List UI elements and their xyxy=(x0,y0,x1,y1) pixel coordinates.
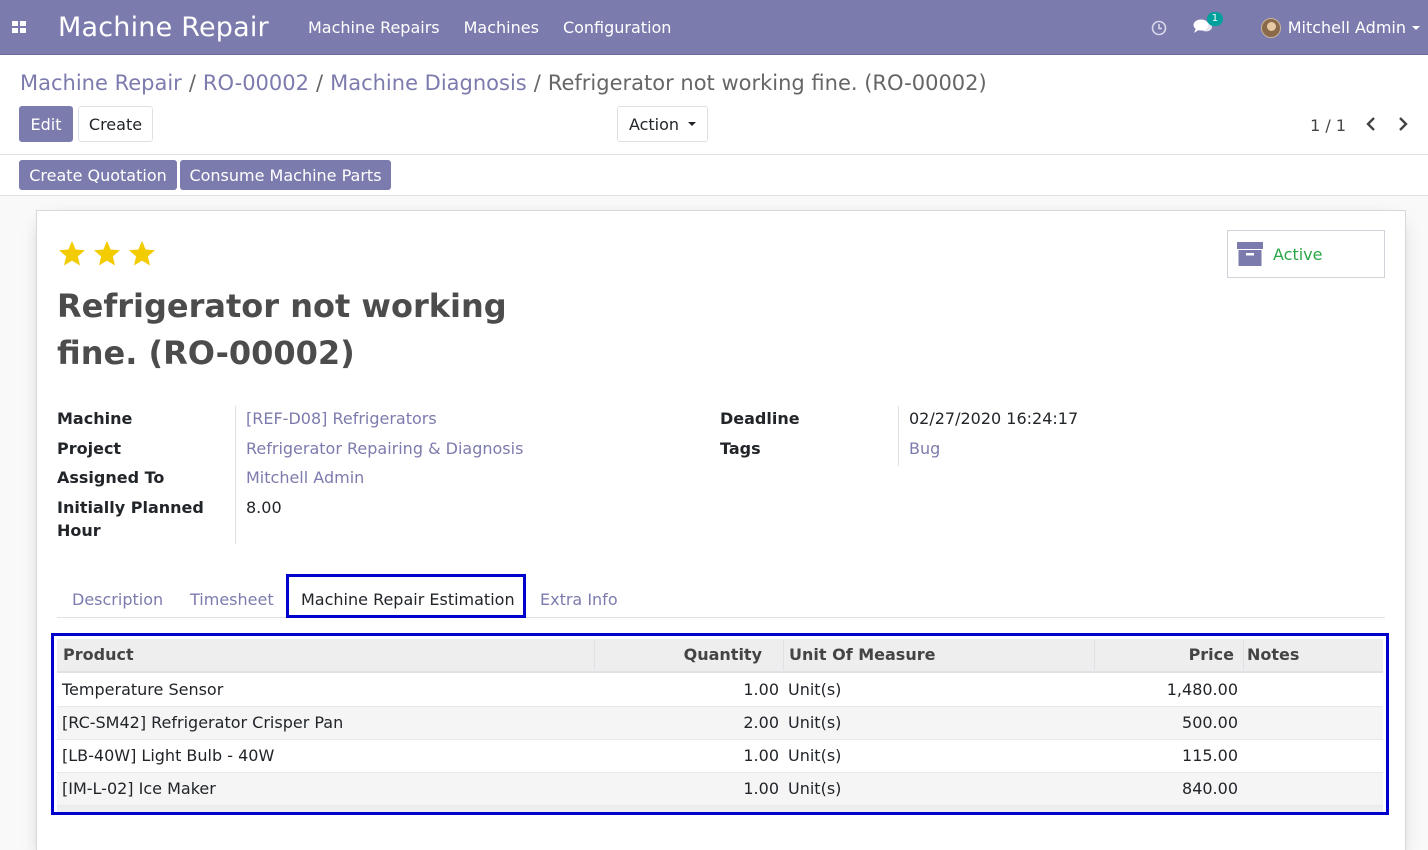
tab-machine-repair-estimation[interactable]: Machine Repair Estimation xyxy=(301,590,515,609)
user-menu-name[interactable]: Mitchell Admin xyxy=(1288,18,1406,37)
quantity-cell: 2.00 xyxy=(743,713,779,732)
price-cell: 500.00 xyxy=(1182,713,1238,732)
chat-count-badge: 1 xyxy=(1206,11,1224,26)
column-separator xyxy=(783,640,784,670)
tag-badge[interactable]: Bug xyxy=(909,437,940,460)
caret-down-icon xyxy=(688,122,697,126)
uom-cell: Unit(s) xyxy=(788,746,842,765)
form-sheet: Active Refrigerator not working fine. (R… xyxy=(36,210,1406,850)
column-separator xyxy=(594,640,595,670)
planned-hours-label: Initially Planned Hour xyxy=(57,498,204,540)
uom-cell: Unit(s) xyxy=(788,680,842,699)
product-cell: [RC-SM42] Refrigerator Crisper Pan xyxy=(62,713,344,732)
breadcrumb-current: Refrigerator not working fine. (RO-00002… xyxy=(547,71,987,95)
edit-button[interactable]: Edit xyxy=(19,106,73,142)
column-header-notes[interactable]: Notes xyxy=(1247,645,1299,664)
control-panel: Machine Repair / RO-00002/Machine Diagnosi… xyxy=(0,55,1428,155)
star-icon[interactable] xyxy=(57,239,87,269)
consume-machine-parts-button[interactable]: Consume Machine Parts xyxy=(180,160,391,190)
clock-icon[interactable] xyxy=(1151,19,1169,37)
deadline-label: Deadline xyxy=(720,409,800,428)
assigned-to-label: Assigned To xyxy=(57,468,165,487)
breadcrumb-machine-diagnosis[interactable]: Machine Diagnosis xyxy=(330,71,527,95)
product-cell: [IM-L-02] Ice Maker xyxy=(62,779,216,798)
active-status-label: Active xyxy=(1273,244,1323,264)
machine-label: Machine xyxy=(57,409,133,428)
price-cell: 1,480.00 xyxy=(1166,680,1238,699)
column-separator xyxy=(1243,640,1244,670)
action-label: Action xyxy=(628,114,680,134)
table-row[interactable]: [IM-L-02] Ice Maker 1.00 Unit(s) 840.00 xyxy=(57,773,1383,806)
assigned-to-field[interactable]: Mitchell Admin xyxy=(246,466,364,489)
menu-configuration[interactable]: Configuration xyxy=(563,18,672,37)
price-cell: 840.00 xyxy=(1182,779,1238,798)
column-header-price[interactable]: Price xyxy=(1094,645,1234,664)
avatar[interactable] xyxy=(1260,17,1281,38)
divider xyxy=(235,406,236,544)
breadcrumb: Machine Repair / RO-00002/Machine Diagnosi… xyxy=(20,71,987,95)
menu-machine-repairs[interactable]: Machine Repairs xyxy=(308,18,440,37)
top-navbar: Machine Repair Machine Repairs Machines … xyxy=(0,0,1428,55)
navbar-systray: 1 Mitchell Admin xyxy=(1151,0,1428,55)
create-button[interactable]: Create xyxy=(78,106,153,142)
project-label: Project xyxy=(57,439,122,458)
star-icon[interactable] xyxy=(127,239,157,269)
table-row[interactable]: Temperature Sensor 1.00 Unit(s) 1,480.00 xyxy=(57,674,1383,707)
project-field[interactable]: Refrigerator Repairing & Diagnosis xyxy=(246,437,523,460)
main-menu: Machine Repairs Machines Configuration xyxy=(308,18,695,37)
tab-extra-info[interactable]: Extra Info xyxy=(540,590,618,609)
chevron-left-icon[interactable] xyxy=(1361,114,1381,134)
record-title[interactable]: Refrigerator not working fine. (RO-00002… xyxy=(57,283,577,377)
quantity-cell: 1.00 xyxy=(743,746,779,765)
chevron-right-icon[interactable] xyxy=(1393,114,1413,134)
tab-timesheet[interactable]: Timesheet xyxy=(190,590,274,609)
breadcrumb-ro[interactable]: RO-00002 xyxy=(203,71,309,95)
menu-machines[interactable]: Machines xyxy=(464,18,539,37)
breadcrumb-machine-repair[interactable]: Machine Repair xyxy=(20,71,182,95)
app-brand[interactable]: Machine Repair xyxy=(58,12,308,43)
active-toggle-button[interactable]: Active xyxy=(1227,230,1385,278)
uom-cell: Unit(s) xyxy=(788,713,842,732)
table-row[interactable]: [LB-40W] Light Bulb - 40W 1.00 Unit(s) 1… xyxy=(57,740,1383,773)
price-cell: 115.00 xyxy=(1182,746,1238,765)
tags-label: Tags xyxy=(720,439,761,458)
create-quotation-button[interactable]: Create Quotation xyxy=(19,160,177,190)
table-footer xyxy=(57,806,1383,812)
pager-value[interactable]: 1 / 1 xyxy=(1310,116,1346,135)
column-header-product[interactable]: Product xyxy=(63,645,134,664)
machine-field[interactable]: [REF-D08] Refrigerators xyxy=(246,407,437,430)
table-row[interactable]: [RC-SM42] Refrigerator Crisper Pan 2.00 … xyxy=(57,707,1383,740)
chat-icon[interactable]: 1 xyxy=(1193,11,1224,38)
planned-hours-field[interactable]: 8.00 xyxy=(246,496,282,519)
priority-stars[interactable] xyxy=(57,239,162,269)
product-cell: Temperature Sensor xyxy=(62,680,224,699)
action-dropdown[interactable]: Action xyxy=(617,106,708,142)
column-header-uom[interactable]: Unit Of Measure xyxy=(789,645,935,664)
quantity-cell: 1.00 xyxy=(743,779,779,798)
notebook-tabs: Description Timesheet Machine Repair Est… xyxy=(57,574,1385,618)
status-bar: Create Quotation Consume Machine Parts xyxy=(0,155,1428,196)
archive-icon xyxy=(1237,242,1263,266)
star-icon[interactable] xyxy=(92,239,122,269)
apps-grid-icon[interactable] xyxy=(0,0,38,55)
quantity-cell: 1.00 xyxy=(743,680,779,699)
tab-description[interactable]: Description xyxy=(72,590,163,609)
product-cell: [LB-40W] Light Bulb - 40W xyxy=(62,746,275,765)
column-header-quantity[interactable]: Quantity xyxy=(602,645,762,664)
deadline-field[interactable]: 02/27/2020 16:24:17 xyxy=(909,407,1078,430)
divider xyxy=(898,406,899,466)
uom-cell: Unit(s) xyxy=(788,779,842,798)
estimation-table: Product Quantity Unit Of Measure Price N… xyxy=(51,633,1389,815)
caret-down-icon[interactable] xyxy=(1412,25,1420,30)
